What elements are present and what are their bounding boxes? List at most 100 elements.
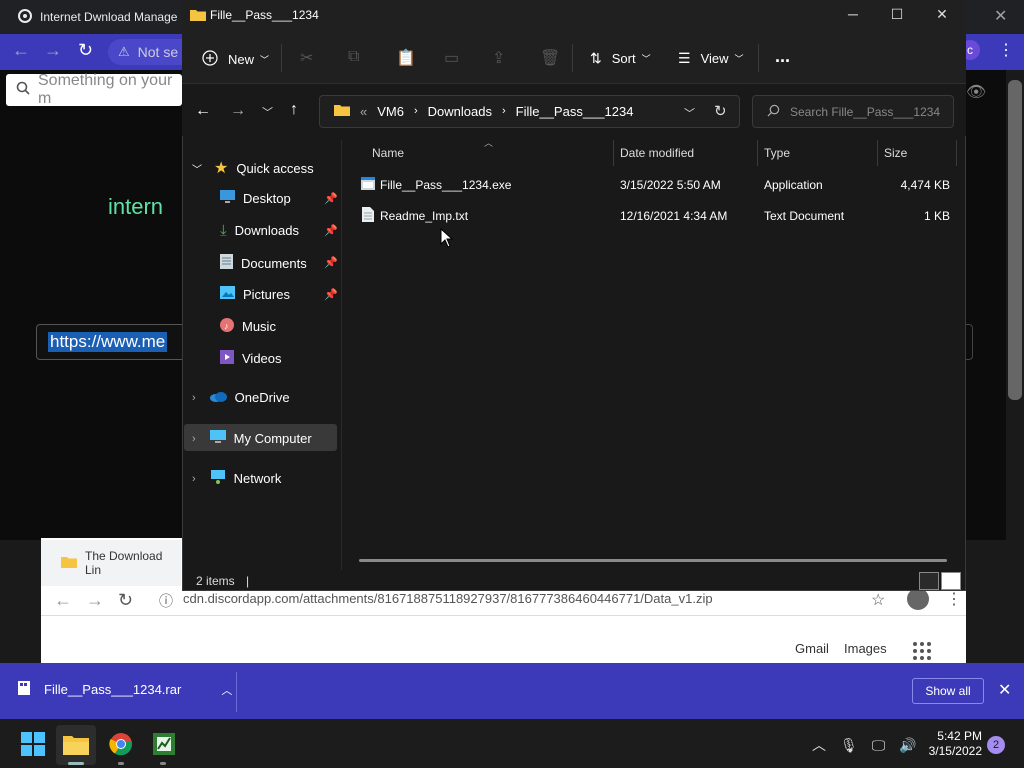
microphone-icon[interactable]: 🎙: [840, 737, 858, 754]
large-icons-view-button[interactable]: [941, 572, 961, 590]
second-browser-url[interactable]: cdn.discordapp.com/attachments/816718875…: [183, 591, 713, 606]
apps-grid-icon[interactable]: [913, 642, 931, 660]
background-url-text[interactable]: https://www.me: [48, 332, 168, 352]
address-dropdown-icon[interactable]: ﹀: [684, 105, 695, 121]
breadcrumb-current[interactable]: Fille__Pass___1234: [516, 104, 634, 119]
horizontal-scrollbar[interactable]: [359, 559, 947, 562]
close-icon[interactable]: ✕: [998, 680, 1011, 700]
sort-button[interactable]: ⇅ Sort ﹀: [590, 50, 651, 67]
background-search-input[interactable]: Something on your m: [6, 72, 182, 107]
pin-icon[interactable]: 📌: [324, 192, 338, 205]
sidebar-item-onedrive[interactable]: › OneDrive: [192, 390, 290, 405]
chevron-right-icon[interactable]: ›: [502, 105, 506, 117]
sidebar-item-downloads[interactable]: ⤓ Downloads: [220, 222, 299, 239]
back-arrow-icon[interactable]: ←: [195, 102, 211, 120]
sidebar-item-music[interactable]: ♪ Music: [220, 318, 276, 335]
copy-icon[interactable]: ⧉: [348, 48, 359, 66]
windows-start-icon[interactable]: [20, 731, 46, 757]
second-browser-tab[interactable]: The Download Lin: [41, 540, 181, 586]
maximize-icon[interactable]: ☐: [882, 6, 912, 23]
sidebar-item-documents[interactable]: Documents: [220, 254, 307, 272]
sidebar-item-pictures[interactable]: Pictures: [220, 286, 290, 302]
sidebar-item-network[interactable]: › Network: [192, 470, 281, 487]
explorer-search-input[interactable]: Search Fille__Pass___1234: [752, 95, 954, 128]
chevron-down-icon: ﹀: [734, 54, 744, 64]
column-header-name[interactable]: Name: [372, 146, 404, 160]
column-header-type[interactable]: Type: [764, 146, 790, 160]
chevron-right-icon[interactable]: ›: [192, 473, 196, 485]
column-separator[interactable]: [877, 140, 878, 166]
images-link[interactable]: Images: [844, 641, 887, 656]
status-separator: |: [246, 574, 250, 588]
chart-app-icon[interactable]: [151, 731, 177, 757]
forward-arrow-icon[interactable]: →: [86, 590, 104, 611]
up-arrow-icon[interactable]: ↑: [290, 101, 298, 119]
show-all-button[interactable]: Show all: [912, 678, 984, 704]
breadcrumb-vm6[interactable]: VM6: [377, 104, 404, 119]
chevron-up-icon[interactable]: ︿: [812, 735, 826, 755]
background-browser-tab[interactable]: Internet Dwnload Manage: [6, 0, 186, 34]
background-scroll-thumb[interactable]: [1008, 80, 1022, 400]
chevron-right-icon[interactable]: ›: [192, 433, 196, 445]
file-explorer-icon[interactable]: [63, 731, 89, 757]
column-header-size[interactable]: Size: [884, 146, 907, 160]
pane-divider[interactable]: [341, 140, 342, 570]
forward-arrow-icon[interactable]: →: [230, 102, 246, 120]
sidebar-item-desktop[interactable]: Desktop: [220, 190, 291, 206]
info-icon[interactable]: ⓘ: [159, 591, 173, 611]
more-options-button[interactable]: ...: [775, 46, 790, 67]
back-arrow-icon[interactable]: ←: [54, 590, 72, 611]
breadcrumb-downloads[interactable]: Downloads: [428, 104, 492, 119]
gmail-link[interactable]: Gmail: [795, 641, 829, 656]
back-arrow-icon[interactable]: ←: [12, 40, 30, 61]
breadcrumb-overflow[interactable]: «: [360, 104, 367, 119]
minimize-icon[interactable]: ─: [838, 6, 868, 22]
menu-icon[interactable]: ⋮: [946, 589, 962, 609]
pin-icon[interactable]: 📌: [324, 256, 338, 269]
chevron-right-icon[interactable]: ›: [192, 392, 196, 404]
cut-icon[interactable]: ✂: [300, 48, 313, 68]
sidebar-label: Network: [233, 471, 282, 486]
column-header-date[interactable]: Date modified: [620, 146, 694, 160]
sidebar-item-videos[interactable]: Videos: [220, 350, 282, 367]
account-avatar-icon[interactable]: [907, 588, 929, 610]
rename-icon[interactable]: ▭: [444, 48, 459, 68]
background-address-bar[interactable]: ⚠ Not se: [108, 39, 184, 65]
file-type: Application: [764, 178, 823, 192]
share-icon[interactable]: ⇪: [492, 48, 505, 68]
column-separator[interactable]: [757, 140, 758, 166]
chrome-icon[interactable]: [108, 731, 134, 757]
column-separator[interactable]: [613, 140, 614, 166]
speaker-icon[interactable]: 🔊: [899, 737, 916, 754]
view-button[interactable]: ☰ View ﹀: [678, 50, 744, 67]
reload-icon[interactable]: ↻: [118, 590, 133, 611]
toolbar-separator: [281, 44, 282, 72]
new-button[interactable]: New ﹀: [202, 50, 269, 69]
chevron-down-icon[interactable]: ﹀: [192, 161, 202, 176]
pin-icon[interactable]: 📌: [324, 224, 338, 237]
forward-arrow-icon[interactable]: →: [44, 40, 62, 61]
refresh-icon[interactable]: ↻: [714, 102, 727, 120]
pin-icon[interactable]: 📌: [324, 288, 338, 301]
menu-icon[interactable]: ⋮: [998, 40, 1014, 60]
paste-icon[interactable]: 📋: [396, 48, 416, 68]
eye-off-icon[interactable]: 👁: [966, 82, 986, 102]
notification-badge[interactable]: 2: [987, 736, 1005, 754]
sidebar-item-quick-access[interactable]: ﹀ ★ Quick access: [192, 158, 314, 178]
recent-chevron-icon[interactable]: ﹀: [262, 104, 273, 120]
background-close-icon[interactable]: ✕: [994, 6, 1007, 26]
monitor-icon[interactable]: 🖵: [872, 737, 886, 754]
details-view-button[interactable]: [919, 572, 939, 590]
column-separator[interactable]: [956, 140, 957, 166]
chevron-right-icon[interactable]: ›: [414, 105, 418, 117]
sidebar-item-my-computer[interactable]: › My Computer: [192, 430, 312, 447]
chevron-up-icon[interactable]: ︿: [221, 682, 232, 698]
close-icon[interactable]: ✕: [927, 6, 957, 23]
clock[interactable]: 5:42 PM 3/15/2022: [922, 729, 982, 759]
bookmark-star-icon[interactable]: ☆: [871, 590, 885, 610]
reload-icon[interactable]: ↻: [78, 40, 93, 61]
sidebar-label: Videos: [242, 351, 282, 366]
download-item[interactable]: Fille__Pass___1234.rar ︿: [16, 680, 232, 699]
delete-icon[interactable]: 🗑: [540, 48, 560, 68]
explorer-title: Fille__Pass___1234: [210, 8, 319, 22]
